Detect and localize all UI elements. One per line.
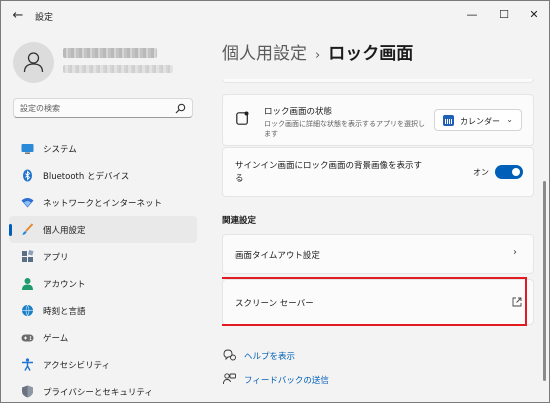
- avatar[interactable]: [13, 42, 54, 83]
- sidebar-item-privacy[interactable]: プライバシーとセキュリティ: [9, 378, 197, 402]
- sidebar-item-gaming[interactable]: ゲーム: [9, 324, 197, 351]
- lock-status-title: ロック画面の状態: [264, 107, 333, 117]
- sidebar-nav: システム Bluetooth とデバイス ネットワークとインターネット 個人用設…: [9, 135, 197, 402]
- lock-status-icon: [236, 111, 249, 125]
- monitor-icon: [21, 144, 34, 154]
- toggle-state-label: オン: [473, 168, 489, 177]
- screen-timeout-label: 画面タイムアウト設定: [235, 251, 320, 261]
- shield-icon: [22, 385, 33, 398]
- sidebar-item-label: システム: [43, 145, 77, 155]
- globe-clock-icon: [22, 304, 33, 317]
- lock-status-app-dropdown[interactable]: カレンダー ⌄: [434, 109, 522, 131]
- sidebar-item-label: アカウント: [43, 280, 86, 290]
- lock-status-description: ロック画面に詳細な状態を表示するアプリを選択します: [264, 120, 425, 138]
- content-scrollbar[interactable]: [543, 181, 546, 381]
- sidebar-item-time-language[interactable]: 時刻と言語: [9, 297, 197, 324]
- signin-background-label: サインイン画面にロック画面の背景画像を表示する: [235, 161, 423, 184]
- calendar-icon: [443, 115, 454, 126]
- user-icon: [23, 52, 44, 73]
- breadcrumb: 個人用設定 › ロック画面: [222, 39, 413, 64]
- sidebar-item-system[interactable]: システム: [9, 135, 197, 162]
- sidebar-item-label: Bluetooth とデバイス: [43, 172, 130, 182]
- sidebar-item-label: ネットワークとインターネット: [43, 199, 163, 209]
- back-arrow-icon[interactable]: ←: [11, 9, 25, 23]
- sidebar-item-accounts[interactable]: アカウント: [9, 270, 197, 297]
- highlight-box: [222, 277, 527, 326]
- lock-screen-status-card: ロック画面の状態 ロック画面に詳細な状態を表示するアプリを選択します カレンダー…: [222, 94, 534, 146]
- sidebar-item-accessibility[interactable]: アクセシビリティ: [9, 351, 197, 378]
- breadcrumb-parent[interactable]: 個人用設定: [222, 44, 307, 64]
- sidebar-item-network[interactable]: ネットワークとインターネット: [9, 189, 197, 216]
- brush-icon: [22, 223, 34, 235]
- help-link-text[interactable]: ヘルプを表示: [244, 350, 295, 362]
- screen-timeout-row[interactable]: 画面タイムアウト設定 ›: [222, 234, 534, 274]
- search-icon[interactable]: [175, 103, 186, 114]
- page-title: ロック画面: [328, 44, 414, 64]
- wifi-icon: [21, 198, 34, 208]
- related-settings-heading: 関連設定: [222, 216, 257, 226]
- help-icon: [223, 349, 236, 361]
- window-title: 設定: [35, 13, 54, 23]
- sidebar-item-label: アプリ: [43, 253, 69, 263]
- sidebar-item-bluetooth[interactable]: Bluetooth とデバイス: [9, 162, 197, 189]
- accessibility-icon: [22, 358, 33, 371]
- previous-card-edge: [222, 79, 534, 83]
- maximize-icon[interactable]: ☐: [493, 5, 515, 25]
- sidebar-item-label: アクセシビリティ: [43, 361, 111, 371]
- signin-background-toggle[interactable]: [495, 165, 523, 179]
- dropdown-selected-value: カレンダー: [460, 117, 500, 126]
- account-icon: [22, 278, 33, 290]
- chevron-down-icon: ⌄: [506, 115, 513, 124]
- sidebar-item-label: 時刻と言語: [43, 307, 86, 317]
- breadcrumb-separator: ›: [315, 48, 321, 63]
- sidebar-item-apps[interactable]: アプリ: [9, 243, 197, 270]
- sidebar-item-personalization[interactable]: 個人用設定: [9, 216, 197, 243]
- title-bar: ← 設定 — ☐ ✕: [1, 1, 549, 31]
- search-box[interactable]: [13, 98, 193, 118]
- sidebar-item-label: プライバシーとセキュリティ: [43, 388, 153, 398]
- user-name-redacted: [63, 48, 157, 58]
- user-email-redacted: [63, 65, 173, 73]
- content-pane: ロック画面の状態 ロック画面に詳細な状態を表示するアプリを選択します カレンダー…: [222, 79, 534, 402]
- apps-icon: [22, 250, 34, 262]
- settings-window: ← 設定 — ☐ ✕ システム Bluetooth とデバイス ネットワークとイ: [0, 0, 550, 403]
- minimize-icon[interactable]: —: [461, 5, 483, 25]
- gamepad-icon: [21, 334, 34, 342]
- chevron-right-icon: ›: [513, 247, 517, 258]
- bluetooth-icon: [23, 169, 32, 182]
- search-input[interactable]: [20, 101, 170, 116]
- close-icon[interactable]: ✕: [523, 5, 545, 25]
- feedback-link-text[interactable]: フィードバックの送信: [244, 374, 329, 386]
- sidebar-item-label: 個人用設定: [43, 226, 86, 236]
- signin-background-card: サインイン画面にロック画面の背景画像を表示する オン: [222, 147, 534, 197]
- sidebar-item-label: ゲーム: [43, 334, 69, 344]
- feedback-icon: [223, 373, 236, 385]
